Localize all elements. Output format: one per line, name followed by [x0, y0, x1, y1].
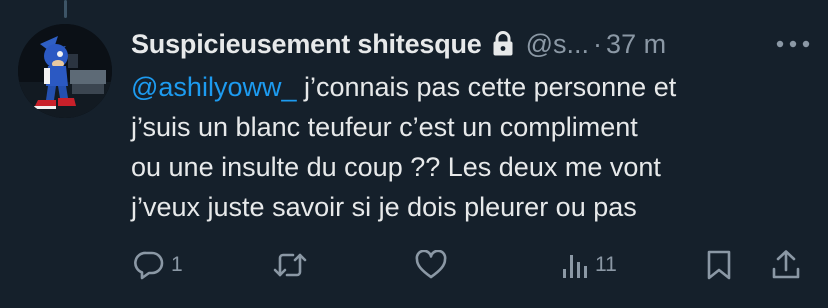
- display-name[interactable]: Suspicieusement shitesque: [131, 29, 482, 60]
- avatar[interactable]: [18, 24, 112, 118]
- tweet-text-line-1-rest: j’connais pas cette personne et: [296, 72, 677, 102]
- separator-dot: ·: [593, 28, 603, 59]
- handle[interactable]: @s...: [526, 29, 589, 60]
- reply-button[interactable]: 1: [133, 245, 183, 285]
- avatar-image: [18, 24, 112, 118]
- thread-line: [64, 0, 67, 18]
- retweet-button[interactable]: [272, 245, 314, 285]
- share-icon: [772, 250, 800, 279]
- timestamp[interactable]: 37 m: [606, 29, 666, 60]
- like-button[interactable]: [415, 245, 453, 285]
- tweet-text: @ashilyoww_ j’connais pas cette personne…: [131, 67, 811, 227]
- action-bar: 1 11: [131, 245, 811, 285]
- views-button[interactable]: 11: [561, 245, 617, 285]
- tweet[interactable]: Suspicieusement shitesque @s... · 37 m @…: [0, 0, 828, 308]
- share-button[interactable]: [771, 245, 801, 285]
- reply-icon: [134, 251, 164, 280]
- lock-icon: [492, 31, 514, 57]
- bookmark-button[interactable]: [705, 245, 733, 285]
- more-options-button[interactable]: [773, 32, 813, 56]
- tweet-text-line-2: j’suis un blanc teufeur c’est un complim…: [131, 112, 638, 142]
- reply-count: 1: [171, 253, 183, 276]
- views-count: 11: [595, 253, 617, 276]
- like-icon: [415, 250, 447, 279]
- ellipsis-icon: [776, 40, 810, 48]
- bookmark-icon: [707, 250, 731, 280]
- tweet-text-line-3: ou une insulte du coup ?? Les deux me vo…: [131, 152, 661, 182]
- views-icon: [563, 255, 587, 278]
- tweet-text-line-1: @ashilyoww_ j’connais pas cette personne…: [131, 67, 811, 107]
- tweet-text-line-4: j’veux juste savoir si je dois pleurer o…: [131, 192, 637, 222]
- mention-link[interactable]: @ashilyoww_: [131, 72, 296, 102]
- tweet-header: Suspicieusement shitesque @s... · 37 m: [131, 26, 666, 62]
- retweet-icon: [273, 253, 307, 277]
